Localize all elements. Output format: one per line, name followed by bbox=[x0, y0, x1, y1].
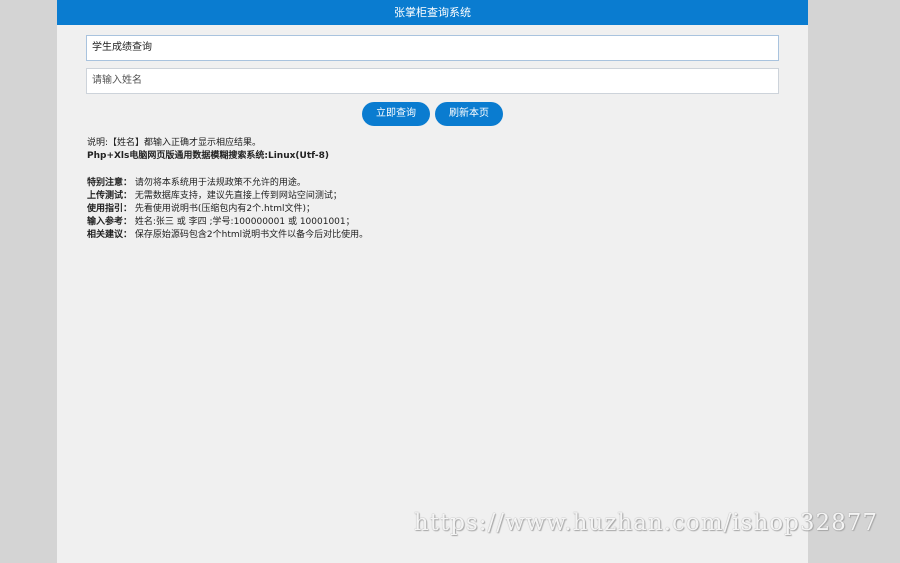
info-value: 保存原始源码包含2个html说明书文件以备今后对比使用。 bbox=[134, 230, 369, 240]
name-input[interactable] bbox=[92, 69, 778, 93]
watermark: https://www.huzhan.com/ishop32877 bbox=[413, 510, 878, 536]
info-label: 相关建议： bbox=[87, 230, 133, 240]
info-line: 输入参考： 姓名:张三 或 李四 ;学号:100000001 或 1000100… bbox=[87, 216, 787, 229]
button-row: 立即查询 刷新本页 bbox=[57, 102, 808, 126]
info-line: 相关建议： 保存原始源码包含2个html说明书文件以备今后对比使用。 bbox=[87, 229, 787, 242]
refresh-page-button[interactable]: 刷新本页 bbox=[435, 102, 503, 126]
submit-query-button[interactable]: 立即查询 bbox=[362, 102, 430, 126]
info-label: 使用指引： bbox=[87, 204, 133, 214]
info-value: 姓名:张三 或 李四 ;学号:100000001 或 10001001； bbox=[134, 217, 355, 227]
info-value: 请勿将本系统用于法规政策不允许的用途。 bbox=[134, 178, 306, 188]
note-text: 说明:【姓名】都输入正确才显示相应结果。 bbox=[87, 138, 262, 148]
query-type-select[interactable]: 学生成绩查询 bbox=[86, 35, 779, 61]
name-input-box[interactable] bbox=[86, 68, 779, 94]
info-line: 使用指引： 先看使用说明书(压缩包内有2个.html文件)； bbox=[87, 203, 787, 216]
info-value: 先看使用说明书(压缩包内有2个.html文件)； bbox=[134, 204, 316, 214]
info-line: 上传测试： 无需数据库支持，建议先直接上传到网站空间测试； bbox=[87, 190, 787, 203]
page-title: 张掌柜查询系统 bbox=[57, 0, 808, 25]
info-value: 无需数据库支持，建议先直接上传到网站空间测试； bbox=[134, 191, 342, 201]
info-section: 说明:【姓名】都输入正确才显示相应结果。 Php+Xls电脑网页版通用数据模糊搜… bbox=[87, 137, 787, 242]
query-type-value: 学生成绩查询 bbox=[92, 42, 152, 53]
main-panel: 张掌柜查询系统 学生成绩查询 立即查询 刷新本页 说明:【姓名】都输入正确才显示… bbox=[57, 0, 808, 563]
info-line: 特别注意： 请勿将本系统用于法规政策不允许的用途。 bbox=[87, 177, 787, 190]
system-name: Php+Xls电脑网页版通用数据模糊搜索系统:Linux(Utf-8) bbox=[87, 151, 329, 161]
info-label: 输入参考： bbox=[87, 217, 133, 227]
info-label: 特别注意： bbox=[87, 178, 133, 188]
info-label: 上传测试： bbox=[87, 191, 133, 201]
